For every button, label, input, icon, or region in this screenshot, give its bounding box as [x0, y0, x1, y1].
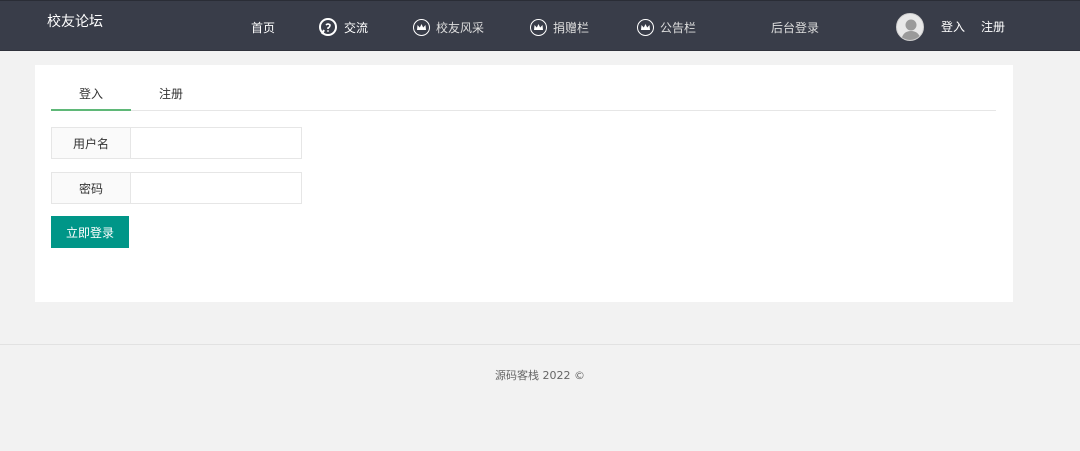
crown-icon	[413, 18, 430, 36]
site-brand[interactable]: 校友论坛	[47, 11, 103, 31]
nav-exchange[interactable]: 交流	[318, 18, 368, 36]
chat-bubble-icon	[318, 17, 338, 37]
header-register-link[interactable]: 注册	[981, 18, 1005, 35]
password-row: 密码	[51, 172, 302, 204]
login-submit-button[interactable]: 立即登录	[51, 216, 129, 248]
login-card: 登入 注册 用户名 密码 立即登录	[35, 65, 1013, 302]
username-row: 用户名	[51, 127, 302, 159]
username-input[interactable]	[131, 128, 301, 158]
nav-home-label: 首页	[251, 20, 276, 35]
nav-admin-login[interactable]: 后台登录	[771, 18, 819, 36]
password-label: 密码	[52, 173, 131, 203]
tab-register[interactable]: 注册	[159, 85, 183, 102]
top-navbar: 校友论坛 首页 交流 校友风采 捐赠栏 公告栏 后台登录 登入 注册	[0, 0, 1080, 51]
nav-alumni-style-label: 校友风采	[436, 20, 485, 35]
tab-login[interactable]: 登入	[79, 85, 103, 102]
active-tab-indicator	[51, 109, 131, 111]
header-login-link[interactable]: 登入	[941, 18, 965, 35]
nav-exchange-label: 交流	[344, 20, 369, 35]
crown-icon	[637, 18, 654, 36]
login-tabs: 登入 注册	[51, 65, 996, 111]
nav-alumni-style[interactable]: 校友风采	[413, 18, 484, 36]
nav-announcements-label: 公告栏	[660, 20, 697, 35]
user-avatar-icon[interactable]	[896, 13, 924, 41]
nav-home[interactable]: 首页	[251, 18, 275, 36]
password-input[interactable]	[131, 173, 301, 203]
nav-admin-login-label: 后台登录	[771, 20, 820, 35]
footer-copyright: 源码客栈 2022 ©	[495, 369, 585, 382]
nav-donation-label: 捐赠栏	[553, 20, 590, 35]
nav-donation[interactable]: 捐赠栏	[530, 18, 589, 36]
crown-icon	[530, 18, 547, 36]
footer-divider	[0, 344, 1080, 345]
username-label: 用户名	[52, 128, 131, 158]
nav-announcements[interactable]: 公告栏	[637, 18, 696, 36]
